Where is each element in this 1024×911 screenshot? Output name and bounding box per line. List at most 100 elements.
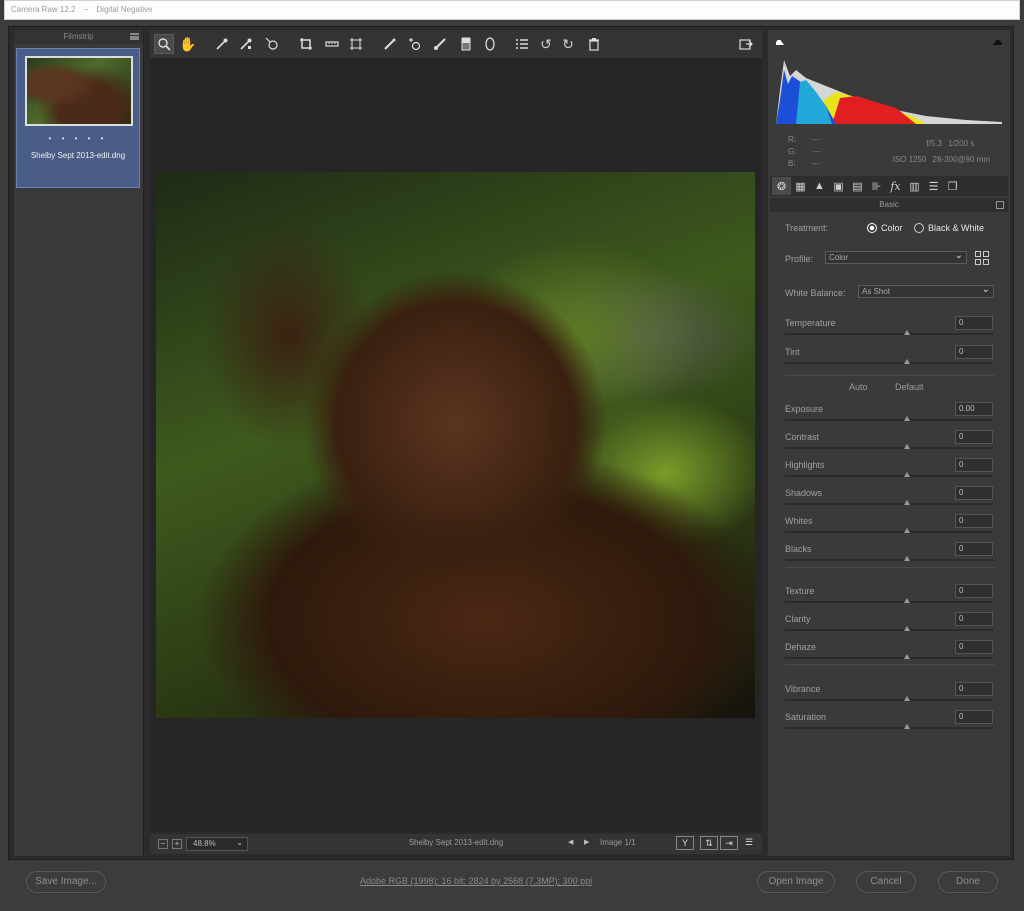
dehaze-slider[interactable] <box>785 654 993 659</box>
tint-value[interactable]: 0 <box>955 345 993 359</box>
contrast-value[interactable]: 0 <box>955 430 993 444</box>
saturation-slider[interactable] <box>785 724 993 729</box>
r-label: R: <box>788 135 796 144</box>
lens-corrections-icon[interactable]: ⊪ <box>867 177 886 195</box>
hsl-icon[interactable]: ▣ <box>829 177 848 195</box>
toggle-settings-icon[interactable]: ☰ <box>740 836 758 850</box>
temperature-value[interactable]: 0 <box>955 316 993 330</box>
preview-image[interactable] <box>156 172 755 718</box>
snapshots-icon[interactable]: ❐ <box>943 177 962 195</box>
default-button[interactable]: Default <box>895 382 924 392</box>
contrast-slider[interactable] <box>785 444 993 449</box>
transform-icon[interactable] <box>346 34 366 54</box>
blacks-slider-handle[interactable] <box>904 556 910 561</box>
exposure-slider[interactable] <box>785 416 993 421</box>
previous-image-icon[interactable]: ◀ <box>568 838 573 846</box>
workflow-options-link[interactable]: Adobe RGB (1998); 16 bit; 2824 by 2568 (… <box>360 876 592 886</box>
vibrance-slider[interactable] <box>785 696 993 701</box>
camera-calibration-icon[interactable]: ▥ <box>905 177 924 195</box>
blacks-slider[interactable] <box>785 556 993 561</box>
iso: ISO 1250 <box>892 155 927 164</box>
save-image-button[interactable]: Save Image... <box>26 871 106 893</box>
profile-select[interactable]: Color <box>825 250 967 264</box>
white-balance-icon[interactable] <box>212 34 232 54</box>
basic-icon[interactable]: ❂ <box>772 177 791 195</box>
clarity-slider[interactable] <box>785 626 993 631</box>
copy-settings-icon[interactable]: ⇥ <box>720 836 738 850</box>
straighten-icon[interactable] <box>322 34 342 54</box>
adjustment-brush-icon[interactable] <box>430 34 450 54</box>
vibrance-value[interactable]: 0 <box>955 682 993 696</box>
filmstrip-menu-icon[interactable] <box>130 33 139 40</box>
saturation-value[interactable]: 0 <box>955 710 993 724</box>
detail-icon[interactable]: ▲ <box>810 177 829 195</box>
highlights-value[interactable]: 0 <box>955 458 993 472</box>
whites-value[interactable]: 0 <box>955 514 993 528</box>
treatment-color-option[interactable]: Color <box>867 223 903 233</box>
rotate-left-icon[interactable]: ↺ <box>536 34 556 54</box>
panel-menu-icon[interactable] <box>996 201 1004 209</box>
exposure-value[interactable]: 0.00 <box>955 402 993 416</box>
radial-filter-icon[interactable] <box>480 34 500 54</box>
next-image-icon[interactable]: ▶ <box>584 838 589 846</box>
cancel-button[interactable]: Cancel <box>856 871 916 893</box>
shadows-slider[interactable] <box>785 500 993 505</box>
spot-removal-icon[interactable] <box>380 34 400 54</box>
rating-stars[interactable]: • • • • • <box>17 134 139 143</box>
open-image-button[interactable]: Open Image <box>757 871 835 893</box>
blacks-value[interactable]: 0 <box>955 542 993 556</box>
trash-icon[interactable] <box>584 34 604 54</box>
hand-icon[interactable]: ✋ <box>178 34 198 54</box>
white-balance-select[interactable]: As Shot <box>858 284 994 298</box>
highlights-slider[interactable] <box>785 472 993 477</box>
split-toning-icon[interactable]: ▤ <box>848 177 867 195</box>
before-after-icon[interactable]: Y <box>676 836 694 850</box>
exposure-slider-handle[interactable] <box>904 416 910 421</box>
texture-slider[interactable] <box>785 598 993 603</box>
radio-unselected-icon[interactable] <box>914 223 924 233</box>
tint-slider-handle[interactable] <box>904 359 910 364</box>
saturation-slider-handle[interactable] <box>904 724 910 729</box>
effects-icon[interactable]: fx <box>886 177 905 195</box>
texture-value[interactable]: 0 <box>955 584 993 598</box>
thumbnail-image[interactable] <box>25 56 133 126</box>
highlights-label: Highlights <box>785 460 825 470</box>
profile-browser-icon[interactable] <box>975 251 990 265</box>
dehaze-value[interactable]: 0 <box>955 640 993 654</box>
red-eye-icon[interactable] <box>404 34 424 54</box>
auto-button[interactable]: Auto <box>849 382 868 392</box>
whites-slider-handle[interactable] <box>904 528 910 533</box>
clarity-slider-handle[interactable] <box>904 626 910 631</box>
treatment-bw-option[interactable]: Black & White <box>914 223 984 233</box>
swap-settings-icon[interactable]: ⇅ <box>700 836 718 850</box>
color-sampler-icon[interactable] <box>236 34 256 54</box>
shadows-value[interactable]: 0 <box>955 486 993 500</box>
vibrance-slider-handle[interactable] <box>904 696 910 701</box>
targeted-adjustment-icon[interactable] <box>262 34 282 54</box>
crop-icon[interactable] <box>296 34 316 54</box>
contrast-slider-handle[interactable] <box>904 444 910 449</box>
zoom-icon[interactable] <box>154 34 174 54</box>
divider <box>785 664 995 665</box>
done-button[interactable]: Done <box>938 871 998 893</box>
status-bar: − + 48.8% Shelby Sept 2013-edit.dng ◀ ▶ … <box>150 834 762 854</box>
temperature-slider-handle[interactable] <box>904 330 910 335</box>
fullscreen-icon[interactable] <box>736 34 756 54</box>
histogram <box>768 30 1010 126</box>
presets-icon[interactable]: ☰ <box>924 177 943 195</box>
graduated-filter-icon[interactable] <box>456 34 476 54</box>
preferences-icon[interactable] <box>512 34 532 54</box>
rotate-right-icon[interactable]: ↻ <box>558 34 578 54</box>
temperature-slider[interactable] <box>785 330 993 335</box>
whites-slider[interactable] <box>785 528 993 533</box>
filmstrip-item[interactable]: • • • • • Shelby Sept 2013-edit.dng <box>16 48 140 188</box>
g-value: --- <box>812 147 821 156</box>
dehaze-slider-handle[interactable] <box>904 654 910 659</box>
texture-slider-handle[interactable] <box>904 598 910 603</box>
shadows-slider-handle[interactable] <box>904 500 910 505</box>
radio-selected-icon[interactable] <box>867 223 877 233</box>
tint-slider[interactable] <box>785 359 993 364</box>
clarity-value[interactable]: 0 <box>955 612 993 626</box>
tone-curve-icon[interactable]: ▦ <box>791 177 810 195</box>
highlights-slider-handle[interactable] <box>904 472 910 477</box>
